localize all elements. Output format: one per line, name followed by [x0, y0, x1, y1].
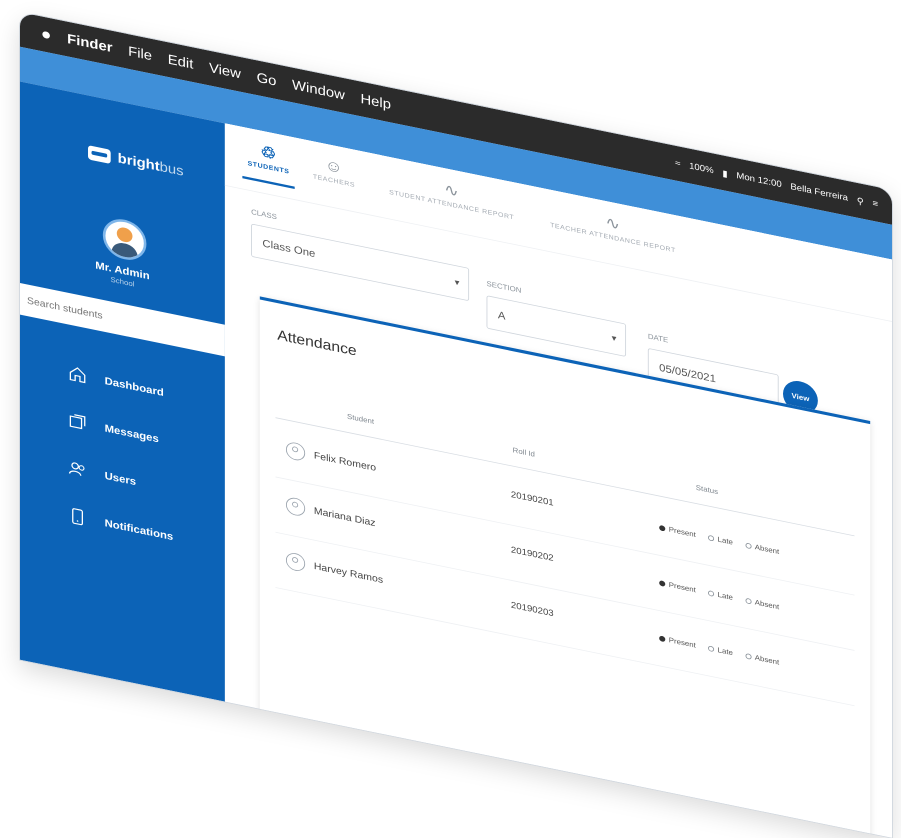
brand-name-light: bus	[159, 159, 184, 179]
apple-icon[interactable]: ●	[41, 25, 52, 45]
roll-id: 20190201	[510, 489, 554, 509]
battery-icon[interactable]: ▮	[722, 168, 727, 179]
user-icon	[285, 551, 306, 573]
radio-present[interactable]: Present	[659, 523, 696, 539]
user-label[interactable]: Bella Ferreira	[790, 182, 848, 203]
battery-label: 100%	[689, 161, 714, 176]
clock-label[interactable]: Mon 12:00	[736, 171, 781, 190]
radio-absent[interactable]: Absent	[745, 596, 779, 611]
column-header-roll: Roll Id	[512, 445, 535, 459]
student-name: Mariana Diaz	[313, 504, 376, 529]
radio-late[interactable]: Late	[708, 644, 733, 657]
column-header-student: Student	[347, 412, 375, 426]
radio-absent[interactable]: Absent	[745, 541, 779, 556]
avatar[interactable]	[102, 215, 147, 264]
menu-finder[interactable]: Finder	[67, 31, 112, 56]
radio-late[interactable]: Late	[708, 589, 733, 602]
section-field-group: SECTION A ▾	[486, 279, 627, 357]
app-window: ● Finder File Edit View Go Window Help ≈…	[20, 12, 892, 838]
radio-present[interactable]: Present	[659, 634, 696, 649]
wifi-icon[interactable]: ≈	[675, 158, 680, 169]
users-icon	[68, 462, 85, 476]
sidebar-item-messages[interactable]: Messages	[68, 411, 159, 447]
student-name: Harvey Ramos	[313, 560, 384, 586]
menu-edit[interactable]: Edit	[168, 52, 194, 73]
tab-students[interactable]: ♲ STUDENTS	[242, 138, 295, 189]
menu-help[interactable]: Help	[360, 91, 390, 113]
status-options: Present Late Absent	[659, 579, 779, 611]
radio-absent[interactable]: Absent	[745, 651, 779, 666]
user-icon	[285, 496, 306, 518]
sidebar-item-label: Users	[104, 468, 137, 488]
user-icon	[285, 440, 306, 463]
status-options: Present Late Absent	[659, 523, 779, 556]
student-name: Felix Romero	[313, 449, 377, 474]
menu-file[interactable]: File	[128, 44, 152, 65]
search-icon[interactable]: ⚲	[857, 195, 864, 207]
phone-icon	[72, 508, 83, 526]
roll-id: 20190203	[510, 600, 554, 619]
class-value: Class One	[262, 236, 316, 260]
sidebar: brightbus Mr. Admin School Dashboard Mes…	[20, 81, 225, 702]
control-center-icon[interactable]: ≡	[872, 199, 878, 210]
radio-present[interactable]: Present	[659, 579, 696, 594]
brand-logo: brightbus	[88, 144, 184, 179]
roll-id: 20190202	[510, 545, 554, 564]
messages-icon	[69, 414, 86, 430]
brand-name-bold: bright	[117, 150, 160, 175]
caret-down-icon: ▾	[454, 277, 460, 289]
sidebar-item-label: Messages	[104, 421, 159, 445]
sidebar-item-users[interactable]: Users	[68, 459, 136, 490]
sidebar-item-label: Dashboard	[104, 374, 164, 399]
menu-view[interactable]: View	[209, 60, 241, 82]
column-header-status: Status	[695, 483, 719, 496]
radio-late[interactable]: Late	[708, 533, 733, 546]
sidebar-item-dashboard[interactable]: Dashboard	[68, 364, 164, 401]
bus-logo-icon	[88, 145, 111, 165]
menu-go[interactable]: Go	[257, 70, 277, 90]
sidebar-item-label: Notifications	[104, 516, 174, 543]
attendance-title: Attendance	[277, 326, 357, 359]
caret-down-icon: ▾	[611, 333, 617, 344]
home-icon	[69, 367, 86, 384]
section-value: A	[497, 308, 506, 323]
status-options: Present Late Absent	[659, 634, 779, 666]
sidebar-item-notifications[interactable]: Notifications	[68, 506, 173, 545]
menu-window[interactable]: Window	[292, 77, 345, 104]
tab-teachers[interactable]: ☺ TEACHERS	[308, 151, 360, 189]
